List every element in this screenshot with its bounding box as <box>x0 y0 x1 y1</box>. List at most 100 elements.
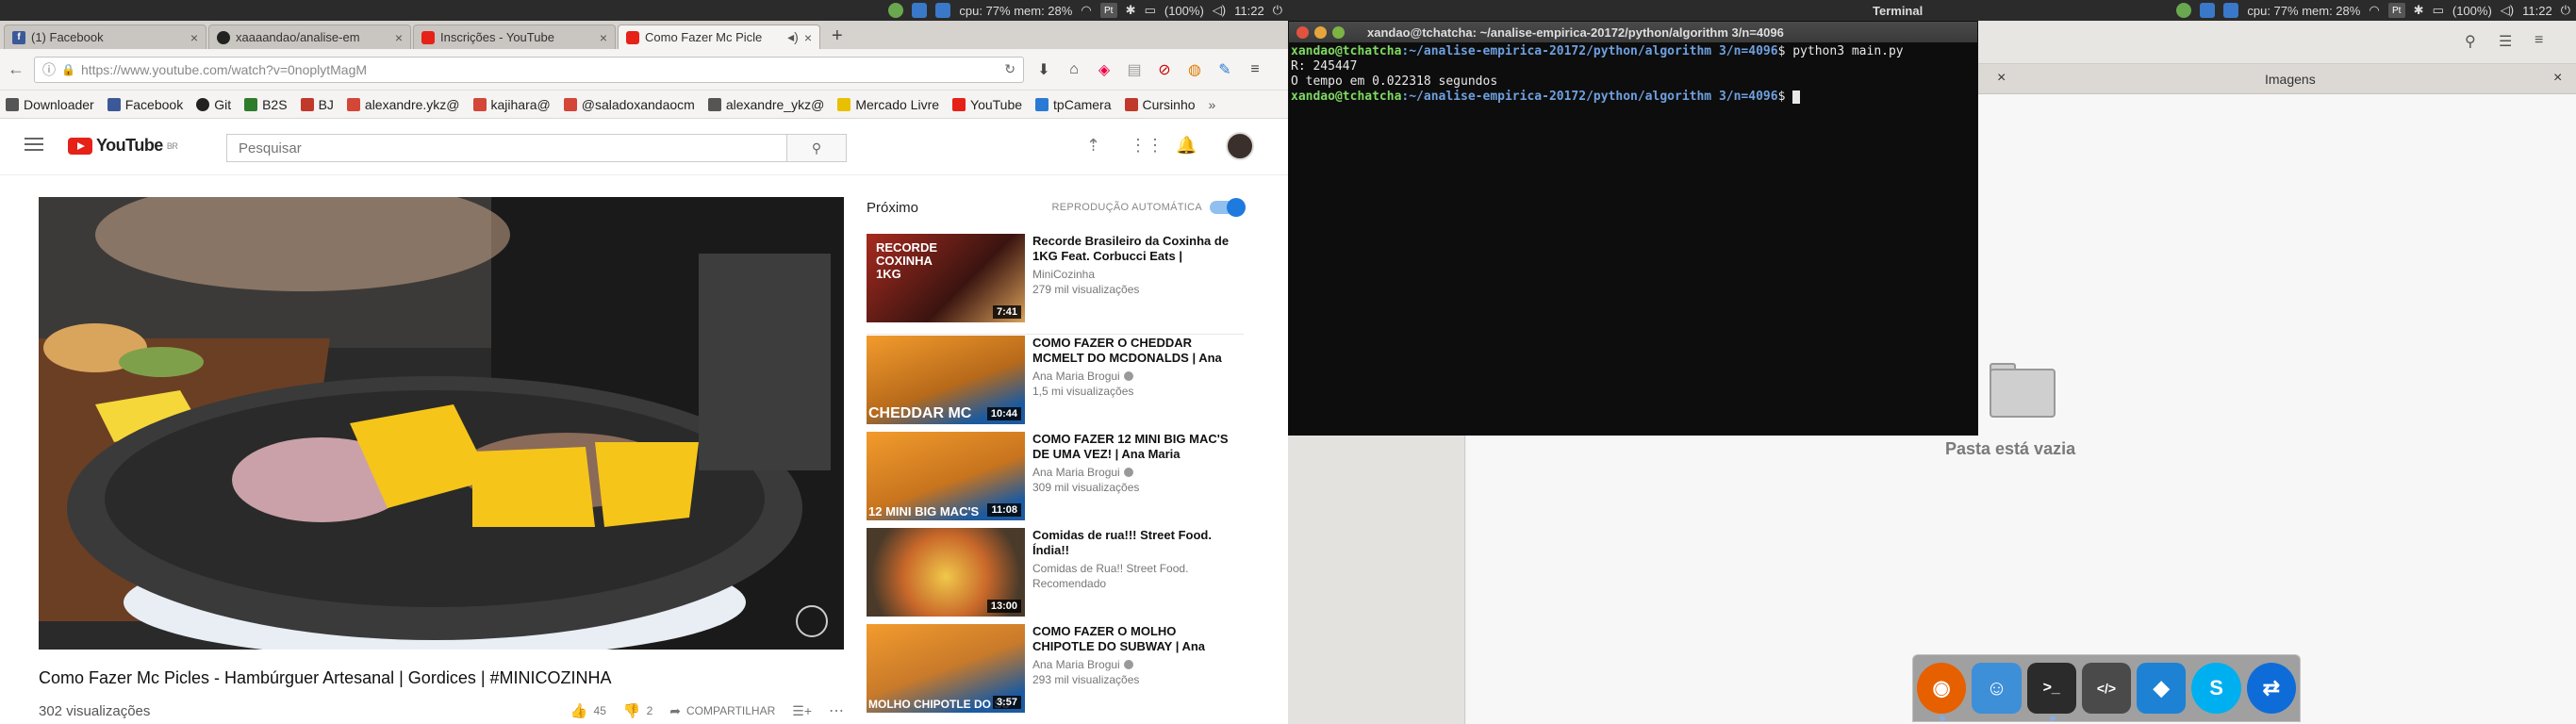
video-player[interactable] <box>39 197 844 650</box>
dropbox-tray-icon[interactable] <box>2200 3 2216 18</box>
bookmark-item[interactable]: Mercado Livre <box>837 97 939 112</box>
recommendation-title[interactable]: COMO FAZER 12 MINI BIG MAC'S DE UMA VEZ!… <box>1032 432 1237 462</box>
extension-icon[interactable]: ▤ <box>1124 59 1145 80</box>
teamviewer-tray-icon[interactable] <box>2223 3 2239 18</box>
bookmark-item[interactable]: Git <box>196 97 231 112</box>
dropbox-icon[interactable]: ◆ <box>2137 663 2187 714</box>
file-manager-sidebar[interactable] <box>1288 436 1465 724</box>
addon-icon[interactable]: ◍ <box>1184 59 1205 80</box>
add-to-playlist-button[interactable]: ☰+ <box>792 703 812 719</box>
reload-icon[interactable]: ↻ <box>1004 61 1016 77</box>
teamviewer-icon[interactable]: ⇄ <box>2246 663 2296 714</box>
video-thumbnail[interactable]: RECORDE COXINHA 1KG 7:41 <box>867 234 1025 322</box>
bookmark-item[interactable]: @saladoxandaocm <box>563 97 695 112</box>
bookmark-item[interactable]: Facebook <box>107 97 183 112</box>
channel-name[interactable]: Ana Maria Brogui <box>1032 466 1237 479</box>
power-icon[interactable]: ⏻ <box>2561 3 2570 18</box>
tab-youtube-subscriptions[interactable]: Inscrições - YouTube × <box>413 25 616 49</box>
cpu-mem-indicator[interactable]: cpu: 77% mem: 28% <box>959 4 1072 18</box>
search-icon[interactable]: ⚲ <box>2465 32 2476 51</box>
url-field[interactable]: ⓘ 🔒 https://www.youtube.com/watch?v=0nop… <box>34 56 1024 83</box>
recommendation-title[interactable]: Comidas de rua!!! Street Food. Índia!! <box>1032 528 1237 558</box>
avatar[interactable] <box>1226 132 1254 160</box>
adblock-icon[interactable]: ⊘ <box>1154 59 1175 80</box>
recommendation-card[interactable]: RECORDE COXINHA 1KG 7:41 Recorde Brasile… <box>867 234 1244 322</box>
video-thumbnail[interactable]: CHEDDAR MC 10:44 <box>867 336 1025 424</box>
sublime-icon[interactable]: </> <box>2081 663 2132 714</box>
terminal-titlebar[interactable]: xandao@tchatcha: ~/analise-empirica-2017… <box>1289 22 1977 42</box>
speaker-icon[interactable]: ◂) <box>787 29 799 45</box>
info-icon[interactable]: ⓘ <box>42 60 56 79</box>
battery-icon[interactable]: ▭ <box>2433 3 2444 18</box>
tab-facebook[interactable]: f (1) Facebook × <box>4 25 206 49</box>
bookmark-item[interactable]: alexandre.ykz@ <box>346 97 460 112</box>
share-button[interactable]: ➦ COMPARTILHAR <box>669 703 775 719</box>
finder-icon[interactable]: ☺ <box>1972 663 2022 714</box>
channel-name[interactable]: Comidas de Rua!! Street Food. <box>1032 562 1237 575</box>
wifi-icon[interactable]: ◠ <box>1081 3 1091 18</box>
search-input[interactable] <box>226 134 786 162</box>
channel-name[interactable]: Ana Maria Brogui <box>1032 658 1237 671</box>
hamburger-menu-icon[interactable] <box>25 138 43 151</box>
like-button[interactable]: 👍 45 <box>570 702 606 719</box>
clock[interactable]: 11:22 <box>2522 4 2552 18</box>
new-tab-button[interactable]: + <box>822 25 852 49</box>
notifications-bell-icon[interactable]: 🔔 <box>1176 136 1197 156</box>
channel-name[interactable]: Ana Maria Brogui <box>1032 370 1237 383</box>
bookmark-item[interactable]: YouTube <box>952 97 1022 112</box>
menu-icon[interactable]: ≡ <box>1245 59 1265 80</box>
cpu-mem-indicator[interactable]: cpu: 77% mem: 28% <box>2247 4 2360 18</box>
wifi-icon[interactable]: ◠ <box>2369 3 2379 18</box>
view-options-icon[interactable]: ☰ <box>2499 32 2512 51</box>
volume-icon[interactable]: ◁) <box>2501 3 2514 18</box>
tab-youtube-video[interactable]: Como Fazer Mc Picle ◂) × <box>618 25 820 49</box>
search-button[interactable]: ⚲ <box>786 134 847 162</box>
bookmark-item[interactable]: BJ <box>300 97 334 112</box>
volume-icon[interactable]: ◁) <box>1213 3 1226 18</box>
update-icon[interactable] <box>2176 3 2192 18</box>
close-tab-icon[interactable]: × <box>190 30 198 45</box>
tab-github[interactable]: xaaaandao/analise-em × <box>208 25 411 49</box>
close-tab-icon[interactable]: × <box>395 30 403 45</box>
bluetooth-icon[interactable]: ✱ <box>2414 3 2424 18</box>
close-tab-icon[interactable]: × <box>600 30 607 45</box>
download-icon[interactable]: ⬇ <box>1033 59 1054 80</box>
battery-text[interactable]: (100%) <box>2452 4 2492 18</box>
terminal-icon[interactable]: >_ <box>2026 663 2076 721</box>
video-thumbnail[interactable]: 13:00 <box>867 528 1025 617</box>
more-bookmarks-icon[interactable]: » <box>1209 97 1216 112</box>
keyboard-layout[interactable]: Pt <box>1099 3 1117 18</box>
firefox-icon[interactable]: ◉ <box>1917 663 1967 721</box>
close-tab-icon[interactable]: × <box>2553 70 2562 87</box>
translate-icon[interactable]: ✎ <box>1214 59 1235 80</box>
terminal-output[interactable]: xandao@tchatcha:~/analise-empirica-20172… <box>1289 42 1977 435</box>
recommendation-card[interactable]: MOLHO CHIPOTLE DO SU 3:57 COMO FAZER O M… <box>867 624 1244 713</box>
power-icon[interactable]: ⏻ <box>1273 3 1282 18</box>
minimize-window-button[interactable] <box>1314 25 1327 39</box>
home-icon[interactable]: ⌂ <box>1064 59 1084 80</box>
apps-grid-icon[interactable]: ⋮⋮ <box>1130 136 1164 156</box>
bookmark-item[interactable]: Downloader <box>6 97 94 112</box>
upload-icon[interactable]: ⇡ <box>1086 136 1100 156</box>
battery-text[interactable]: (100%) <box>1164 4 1204 18</box>
url-text[interactable]: https://www.youtube.com/watch?v=0noplytM… <box>81 62 999 77</box>
recommendation-title[interactable]: Recorde Brasileiro da Coxinha de 1KG Fea… <box>1032 234 1237 264</box>
bookmark-item[interactable]: B2S <box>244 97 288 112</box>
bluetooth-icon[interactable]: ✱ <box>1126 3 1136 18</box>
autoplay-toggle[interactable] <box>1210 198 1246 217</box>
channel-name[interactable]: MiniCozinha <box>1032 268 1237 281</box>
close-window-button[interactable] <box>1296 25 1309 39</box>
bookmark-item[interactable]: Cursinho <box>1124 97 1196 112</box>
youtube-logo[interactable]: YouTube BR <box>68 136 178 156</box>
tab-imagens[interactable]: Imagens <box>2265 72 2316 87</box>
terminal-window[interactable]: xandao@tchatcha: ~/analise-empirica-2017… <box>1288 21 1978 436</box>
dislike-button[interactable]: 👎 2 <box>623 702 652 719</box>
more-actions-button[interactable]: ⋯ <box>829 701 844 720</box>
video-thumbnail[interactable]: MOLHO CHIPOTLE DO SU 3:57 <box>867 624 1025 713</box>
battery-icon[interactable]: ▭ <box>1145 3 1156 18</box>
teamviewer-tray-icon[interactable] <box>935 3 951 18</box>
back-arrow-icon[interactable]: ← <box>8 59 25 79</box>
keyboard-layout[interactable]: Pt <box>2387 3 2405 18</box>
close-tab-icon[interactable]: × <box>1997 70 2006 87</box>
skype-icon[interactable]: S <box>2191 663 2241 714</box>
